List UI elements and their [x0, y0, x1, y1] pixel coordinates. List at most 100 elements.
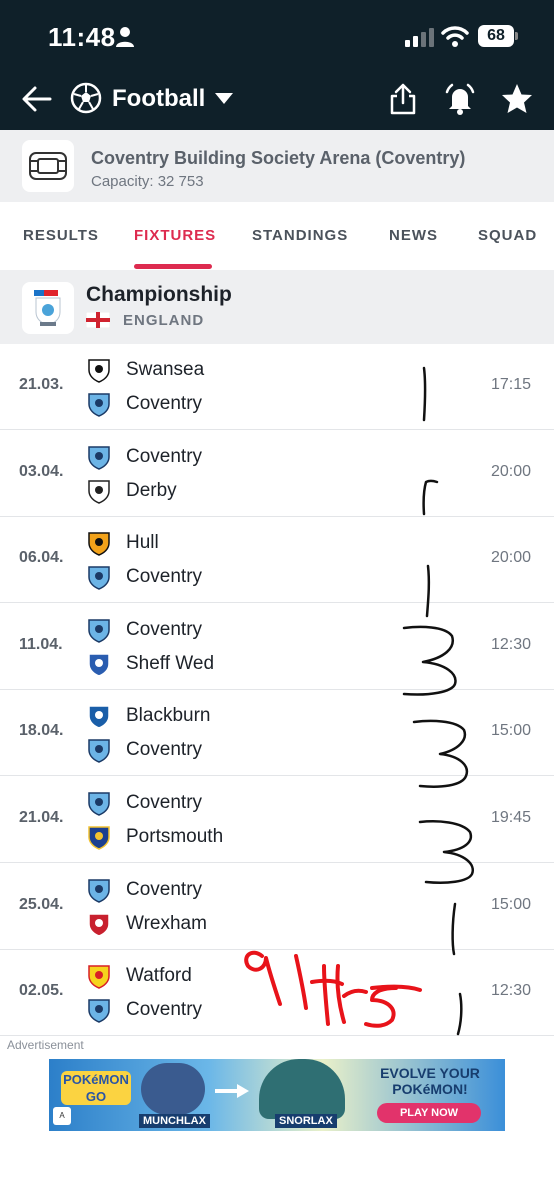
ad-headline: EVOLVE YOUR POKéMON! — [380, 1065, 480, 1097]
stadium-icon — [22, 140, 74, 192]
home-team-name: Swansea — [126, 359, 205, 380]
fixture-date: 11.04. — [19, 635, 63, 653]
sport-selector[interactable]: Football — [112, 85, 205, 113]
venue-capacity: Capacity: 32 753 — [91, 173, 204, 190]
away-team-crest-icon — [88, 479, 110, 504]
fixture-kickoff-time: 12:30 — [490, 635, 531, 653]
tab-news[interactable]: NEWS — [389, 227, 438, 244]
battery-icon: 68 — [478, 25, 518, 47]
nav-bar: Football — [0, 72, 554, 130]
away-team-crest-icon — [88, 566, 110, 590]
home-team: Coventry — [86, 876, 346, 904]
ad-from-label: MUNCHLAX — [139, 1114, 210, 1128]
england-flag-icon — [86, 312, 110, 328]
arrow-right-icon — [215, 1084, 249, 1098]
star-icon[interactable] — [500, 82, 534, 116]
home-team-crest-icon — [88, 359, 110, 383]
away-team: Derby — [86, 477, 346, 505]
wifi-icon — [441, 26, 469, 47]
advertisement-banner[interactable]: POKéMON GO MUNCHLAX SNORLAX EVOLVE YOUR … — [49, 1059, 505, 1131]
fixture-row[interactable]: 06.04. Hull Coventry 20:00 — [0, 517, 554, 604]
fixture-date: 18.04. — [19, 722, 64, 740]
fixture-row[interactable]: 25.04. Coventry Wrexham 15:00 — [0, 864, 554, 950]
ad-badge: A — [53, 1107, 71, 1125]
away-team-name: Derby — [126, 479, 177, 501]
away-team-crest-icon — [88, 739, 110, 764]
fixture-kickoff-time: 20:00 — [490, 549, 531, 567]
league-logo — [22, 282, 74, 334]
fixture-date: 03.04. — [19, 462, 64, 480]
away-team-crest-icon — [88, 999, 110, 1023]
app-header-area: 11:48 68 Football — [0, 0, 554, 130]
signal-icon — [405, 28, 434, 47]
fixture-kickoff-time: 19:45 — [490, 809, 531, 826]
home-team-name: Hull — [126, 532, 159, 554]
fixture-date: 06.04. — [19, 549, 64, 567]
ad-brand-logo: POKéMON GO — [61, 1071, 131, 1105]
snorlax-image — [259, 1059, 345, 1119]
caret-down-icon[interactable] — [215, 93, 233, 105]
home-team-crest-icon — [88, 445, 110, 470]
tab-results[interactable]: RESULTS — [23, 227, 99, 244]
bell-icon[interactable] — [444, 82, 476, 116]
fixture-date: 21.03. — [19, 376, 64, 393]
person-icon — [116, 27, 134, 47]
away-team-crest-icon — [88, 826, 110, 850]
fixture-row[interactable]: 21.03. Swansea Coventry 17:15 — [0, 344, 554, 430]
fixture-kickoff-time: 12:30 — [490, 982, 531, 1000]
away-team-crest-icon — [88, 393, 110, 417]
ad-play-now-button[interactable]: PLAY NOW — [377, 1103, 481, 1123]
home-team-name: Coventry — [126, 878, 203, 900]
fixture-row[interactable]: 03.04. Coventry Derby 20:00 — [0, 431, 554, 517]
home-team-name: Blackburn — [126, 705, 211, 727]
away-team-name: Coventry — [126, 393, 203, 414]
fixtures-list: 21.03. Swansea Coventry 17:15 03.04. Coventry… — [0, 344, 554, 1037]
league-header[interactable]: Championship ENGLAND — [0, 270, 554, 344]
clock: 11:48 — [48, 22, 116, 52]
munchlax-image — [141, 1063, 205, 1115]
fixture-row[interactable]: 18.04. Blackburn Coventry 15:00 — [0, 690, 554, 777]
tab-fixtures[interactable]: FIXTURES — [134, 227, 216, 244]
back-arrow-icon[interactable] — [20, 82, 54, 116]
away-team: Coventry — [86, 563, 346, 591]
away-team-name: Sheff Wed — [126, 652, 215, 674]
home-team: Watford — [86, 962, 346, 990]
fixture-kickoff-time: 20:00 — [490, 462, 531, 480]
share-icon[interactable] — [388, 82, 418, 116]
away-team: Coventry — [86, 390, 346, 418]
home-team: Hull — [86, 529, 346, 557]
active-tab-indicator — [134, 264, 212, 269]
football-icon — [70, 82, 102, 114]
venue-name: Coventry Building Society Arena (Coventr… — [91, 148, 466, 168]
home-team-crest-icon — [88, 619, 110, 643]
battery-level: 68 — [478, 25, 514, 47]
home-team-crest-icon — [88, 532, 110, 556]
fixture-date: 25.04. — [19, 895, 64, 913]
away-team: Sheff Wed — [86, 650, 346, 678]
home-team-crest-icon — [88, 965, 110, 989]
away-team-crest-icon — [88, 912, 110, 937]
fixture-kickoff-time: 15:00 — [490, 722, 531, 740]
league-name: Championship — [86, 283, 232, 306]
away-team: Coventry — [86, 996, 346, 1024]
tab-squad[interactable]: SQUAD — [478, 227, 537, 244]
home-team: Coventry — [86, 443, 346, 471]
home-team-name: Coventry — [126, 618, 203, 640]
tab-standings[interactable]: STANDINGS — [252, 227, 348, 244]
away-team-name: Coventry — [126, 566, 203, 588]
away-team-name: Coventry — [126, 739, 203, 761]
tab-bar: RESULTS FIXTURES STANDINGS NEWS SQUAD — [0, 202, 554, 270]
away-team-name: Wrexham — [126, 912, 207, 934]
home-team-crest-icon — [88, 792, 110, 816]
venue-info: Coventry Building Society Arena (Coventr… — [0, 130, 554, 202]
home-team-name: Coventry — [126, 792, 203, 813]
home-team: Swansea — [86, 356, 346, 384]
fixture-row[interactable]: 11.04. Coventry Sheff Wed 12:30 — [0, 604, 554, 690]
fixture-row[interactable]: 21.04. Coventry Portsmouth 19:45 — [0, 777, 554, 863]
away-team-crest-icon — [88, 653, 110, 677]
fixture-row[interactable]: 02.05. Watford Coventry 12:30 — [0, 950, 554, 1037]
away-team: Wrexham — [86, 910, 346, 938]
home-team-name: Coventry — [126, 445, 203, 467]
away-team-name: Portsmouth — [126, 826, 224, 847]
home-team: Coventry — [86, 789, 346, 817]
